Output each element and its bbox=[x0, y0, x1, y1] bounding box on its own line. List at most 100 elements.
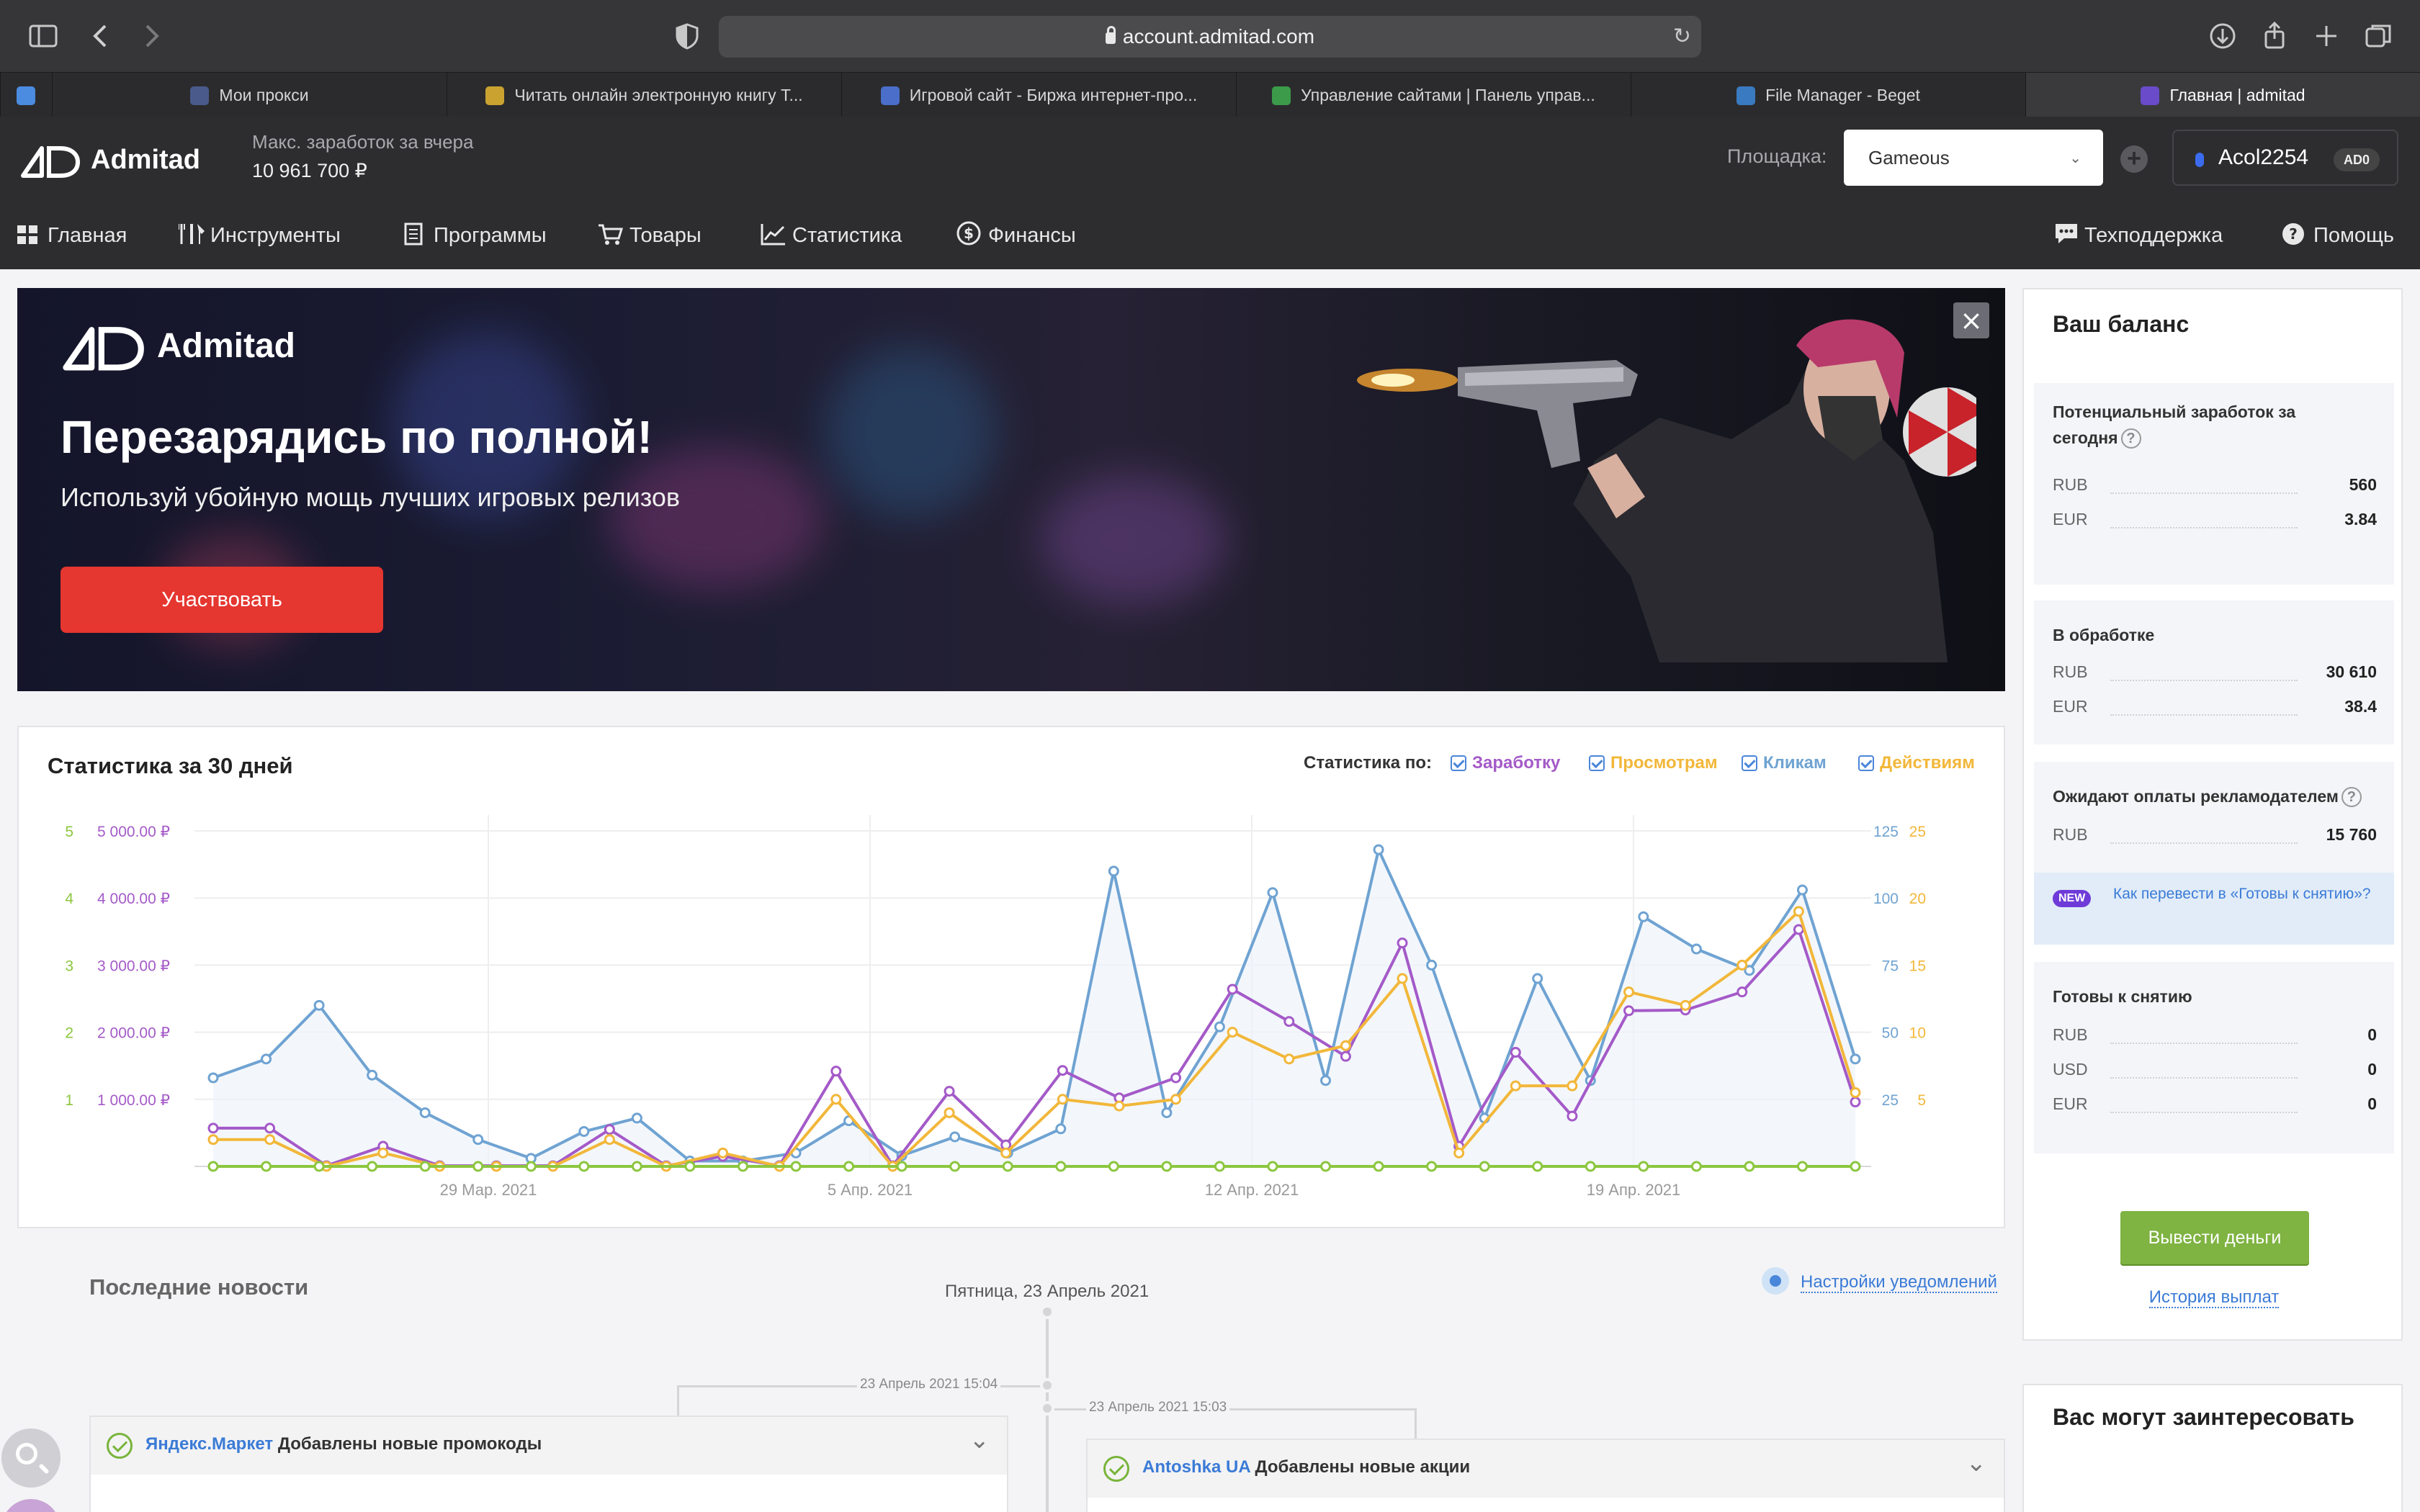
news-date: Пятница, 23 Апрель 2021 bbox=[945, 1282, 1150, 1301]
dotted-leader bbox=[2110, 714, 2298, 716]
nav-statistics[interactable]: Статистика bbox=[761, 219, 902, 252]
series-point bbox=[1113, 1100, 1125, 1112]
series-point bbox=[737, 1161, 748, 1172]
series-point bbox=[525, 1161, 537, 1172]
admitad-logo[interactable]: Admitad bbox=[20, 138, 200, 181]
nav-help[interactable]: ? Помощь bbox=[2282, 219, 2394, 252]
series-point bbox=[1283, 1016, 1295, 1027]
question-icon[interactable]: ? bbox=[2341, 787, 2362, 807]
balance-row: RUB 30 610 bbox=[2053, 658, 2377, 684]
nav-programs[interactable]: Программы bbox=[402, 219, 547, 252]
tab-book[interactable]: Читать онлайн электронную книгу Т... bbox=[447, 73, 841, 117]
tab-label: Главная | admitad bbox=[2169, 86, 2305, 104]
left-axis-earnings-tick: 2 000.00 ₽ bbox=[97, 1025, 170, 1042]
url-text: account.admitad.com bbox=[1122, 25, 1315, 48]
left-axis-actions-tick: 3 bbox=[65, 958, 73, 974]
add-platform-button[interactable]: + bbox=[2120, 145, 2148, 173]
lock-icon bbox=[1105, 26, 1116, 44]
series-point bbox=[261, 1161, 272, 1172]
floating-action-button[interactable] bbox=[1, 1499, 60, 1512]
pinned-tab[interactable] bbox=[0, 73, 52, 117]
legend-clicks-checkbox[interactable]: Кликам bbox=[1742, 753, 1827, 773]
left-axis-earnings-tick: 5 000.00 ₽ bbox=[97, 824, 170, 840]
tab-admitad[interactable]: Главная | admitad bbox=[2025, 73, 2420, 117]
news-card[interactable]: Яндекс.Маркет Добавлены новые промокоды … bbox=[89, 1416, 1008, 1512]
series-point bbox=[261, 1053, 272, 1065]
series-point bbox=[1055, 1161, 1067, 1172]
check-circle-icon bbox=[1103, 1456, 1129, 1482]
series-point bbox=[207, 1134, 219, 1146]
share-icon[interactable] bbox=[2257, 19, 2292, 53]
nav-finance[interactable]: $ Финансы bbox=[956, 219, 1076, 252]
platform-select[interactable]: Gameous ⌄ bbox=[1844, 130, 2103, 186]
nav-home[interactable]: Главная bbox=[16, 219, 127, 252]
series-point bbox=[264, 1122, 276, 1134]
user-menu[interactable]: Acol2254 AD0 bbox=[2172, 130, 2398, 186]
left-axis-actions-tick: 4 bbox=[65, 891, 73, 907]
question-icon[interactable]: ? bbox=[2120, 428, 2141, 449]
nav-tools[interactable]: Инструменты bbox=[178, 219, 341, 252]
news-source-link[interactable]: Antoshka UA bbox=[1142, 1457, 1250, 1477]
balance-title: Ваш баланс bbox=[2053, 311, 2190, 337]
downloads-icon[interactable] bbox=[2205, 19, 2240, 53]
left-axis-actions-tick: 2 bbox=[65, 1025, 73, 1042]
tab-site-management[interactable]: Управление сайтами | Панель управ... bbox=[1236, 73, 1631, 117]
legend-views-checkbox[interactable]: Просмотрам bbox=[1589, 753, 1718, 773]
withdraw-button[interactable]: Вывести деньги bbox=[2120, 1211, 2309, 1264]
series-point bbox=[1796, 1161, 1808, 1172]
checkbox-icon bbox=[1742, 755, 1757, 771]
right-axis-views-tick: 10 bbox=[1909, 1025, 1926, 1042]
back-icon[interactable] bbox=[84, 19, 118, 53]
chevron-down-icon[interactable]: ⌄ bbox=[1966, 1449, 1987, 1477]
x-axis-tick: 29 Мар. 2021 bbox=[440, 1181, 537, 1199]
participate-button[interactable]: Участвовать bbox=[60, 567, 383, 633]
max-earn-value: 10 961 700 ₽ bbox=[252, 160, 367, 181]
series-point bbox=[1057, 1065, 1068, 1076]
reload-icon[interactable]: ↻ bbox=[1673, 16, 1691, 58]
amount: 15 760 bbox=[2326, 825, 2377, 844]
privacy-shield-icon[interactable] bbox=[670, 19, 704, 53]
amount: 0 bbox=[2367, 1094, 2377, 1113]
search-button[interactable] bbox=[1, 1428, 60, 1488]
series-point bbox=[1638, 911, 1649, 922]
dotted-leader bbox=[2110, 842, 2298, 844]
balance-ready: Готовы к снятию RUB 0 USD 0 EUR 0 bbox=[2034, 962, 2394, 1153]
howto-link[interactable]: Как перевести в «Готовы к снятию»? bbox=[2113, 884, 2372, 904]
sidebar-toggle-icon[interactable] bbox=[26, 19, 60, 53]
series-point bbox=[1532, 973, 1543, 984]
series-point bbox=[1736, 959, 1748, 971]
promo-banner[interactable]: Admitad Перезарядись по полной! Использу… bbox=[17, 288, 2005, 691]
new-tab-icon[interactable] bbox=[2309, 19, 2344, 53]
series-point bbox=[1373, 844, 1384, 855]
chevron-down-icon[interactable]: ⌄ bbox=[969, 1426, 990, 1454]
notification-settings-link[interactable]: Настройки уведомлений bbox=[1762, 1267, 1997, 1295]
tab-file-manager[interactable]: File Manager - Beget bbox=[1631, 73, 2025, 117]
forward-icon[interactable] bbox=[134, 19, 169, 53]
checkbox-icon bbox=[1589, 755, 1605, 771]
balance-potential-label: Потенциальный заработок за сегодня? bbox=[2053, 399, 2341, 451]
news-card[interactable]: Antoshka UA Добавлены новые акции ⌄ bbox=[1086, 1439, 2005, 1512]
amount: 0 bbox=[2367, 1060, 2377, 1079]
nav-goods[interactable]: Товары bbox=[598, 219, 702, 252]
amount: 38.4 bbox=[2344, 697, 2377, 716]
series-point bbox=[1214, 1161, 1225, 1172]
news-source-link[interactable]: Яндекс.Маркет bbox=[145, 1434, 273, 1454]
currency: EUR bbox=[2053, 510, 2088, 528]
series-point bbox=[264, 1134, 276, 1146]
tab-favicon bbox=[1736, 86, 1756, 105]
tab-label: Управление сайтами | Панель управ... bbox=[1301, 86, 1595, 104]
nav-support[interactable]: Техподдержка bbox=[2053, 219, 2223, 252]
payout-history-link[interactable]: История выплат bbox=[2024, 1287, 2404, 1308]
legend-actions-checkbox[interactable]: Действиям bbox=[1858, 753, 1975, 773]
legend-earnings-checkbox[interactable]: Заработку bbox=[1451, 753, 1560, 773]
right-axis-views-tick: 15 bbox=[1909, 958, 1926, 974]
tab-game-site[interactable]: Игровой сайт - Биржа интернет-про... bbox=[841, 73, 1236, 117]
close-icon[interactable]: × bbox=[1953, 302, 1989, 338]
chat-bubble-icon bbox=[2053, 221, 2077, 244]
howto-link-block[interactable]: NEW Как перевести в «Готовы к снятию»? bbox=[2034, 873, 2394, 945]
left-axis-earnings-tick: 4 000.00 ₽ bbox=[97, 891, 170, 907]
tab-proxies[interactable]: Мои прокси bbox=[52, 73, 447, 117]
tab-overview-icon[interactable] bbox=[2361, 19, 2396, 53]
address-bar[interactable]: account.admitad.com ↻ bbox=[719, 16, 1701, 58]
document-icon bbox=[402, 222, 425, 246]
